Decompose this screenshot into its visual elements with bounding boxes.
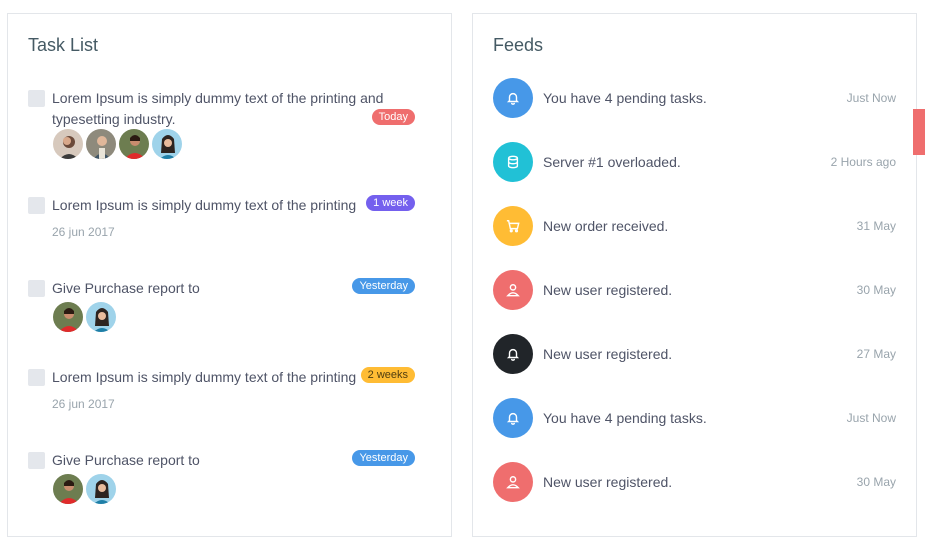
feed-time: 31 May — [856, 219, 896, 233]
feed-text: New user registered. — [543, 474, 673, 490]
bell-icon — [493, 78, 533, 118]
task-checkbox[interactable] — [28, 369, 45, 386]
feed-item[interactable]: New user registered. 27 May — [493, 334, 896, 376]
task-avatars — [52, 473, 118, 505]
feed-text: New user registered. — [543, 282, 673, 298]
feed-item[interactable]: New user registered. 30 May — [493, 462, 896, 504]
task-checkbox[interactable] — [28, 197, 45, 214]
task-text: Give Purchase report to — [52, 452, 200, 468]
task-item: Give Purchase report to Yesterday — [28, 450, 415, 510]
feed-text: New order received. — [543, 218, 669, 234]
feed-text: You have 4 pending tasks. — [543, 410, 707, 426]
feed-item[interactable]: New order received. 31 May — [493, 206, 896, 248]
task-item: Give Purchase report to Yesterday — [28, 278, 415, 338]
avatar[interactable] — [85, 473, 117, 505]
avatar[interactable] — [151, 128, 183, 160]
feed-text: Server #1 overloaded. — [543, 154, 681, 170]
task-item: Lorem Ipsum is simply dummy text of the … — [28, 367, 415, 411]
cart-icon — [493, 206, 533, 246]
task-item: Lorem Ipsum is simply dummy text of the … — [28, 195, 415, 239]
task-date: 26 jun 2017 — [52, 225, 115, 239]
avatar[interactable] — [52, 128, 84, 160]
customizer-toggle-tab[interactable] — [913, 109, 925, 155]
task-badge: Yesterday — [352, 278, 415, 294]
task-avatars — [52, 301, 118, 333]
task-checkbox[interactable] — [28, 452, 45, 469]
feed-time: 27 May — [856, 347, 896, 361]
task-badge: Yesterday — [352, 450, 415, 466]
task-list-title: Task List — [28, 35, 99, 55]
feed-item[interactable]: Server #1 overloaded. 2 Hours ago — [493, 142, 896, 184]
avatar[interactable] — [118, 128, 150, 160]
feed-time: 2 Hours ago — [830, 155, 896, 169]
avatar[interactable] — [85, 128, 117, 160]
task-date: 26 jun 2017 — [52, 397, 115, 411]
task-item: Lorem Ipsum is simply dummy text of the … — [28, 88, 415, 168]
task-avatars — [52, 128, 184, 160]
task-text: Lorem Ipsum is simply dummy text of the … — [52, 197, 357, 213]
database-icon — [493, 142, 533, 182]
feed-time: Just Now — [846, 411, 896, 425]
feed-item[interactable]: You have 4 pending tasks. Just Now — [493, 398, 896, 440]
avatar[interactable] — [52, 301, 84, 333]
feed-item[interactable]: You have 4 pending tasks. Just Now — [493, 78, 896, 120]
task-badge: Today — [371, 109, 415, 125]
task-badge: 1 week — [366, 195, 415, 211]
feed-text: New user registered. — [543, 346, 673, 362]
task-text: Lorem Ipsum is simply dummy text of the … — [52, 369, 357, 385]
bell-icon — [493, 398, 533, 438]
task-checkbox[interactable] — [28, 90, 45, 107]
task-text: Give Purchase report to — [52, 280, 200, 296]
feed-item[interactable]: New user registered. 30 May — [493, 270, 896, 312]
feed-time: 30 May — [856, 475, 896, 489]
task-text: Lorem Ipsum is simply dummy text of the … — [52, 90, 384, 127]
user-icon — [493, 462, 533, 502]
feed-text: You have 4 pending tasks. — [543, 90, 707, 106]
user-icon — [493, 270, 533, 310]
avatar[interactable] — [52, 473, 84, 505]
feeds-card: Feeds You have 4 pending tasks. Just Now… — [472, 13, 917, 537]
feed-time: 30 May — [856, 283, 896, 297]
task-checkbox[interactable] — [28, 280, 45, 297]
bell-icon — [493, 334, 533, 374]
task-badge: 2 weeks — [360, 367, 415, 383]
feed-time: Just Now — [846, 91, 896, 105]
task-list-card: Task List Lorem Ipsum is simply dummy te… — [7, 13, 452, 537]
feeds-title: Feeds — [493, 35, 544, 55]
avatar[interactable] — [85, 301, 117, 333]
